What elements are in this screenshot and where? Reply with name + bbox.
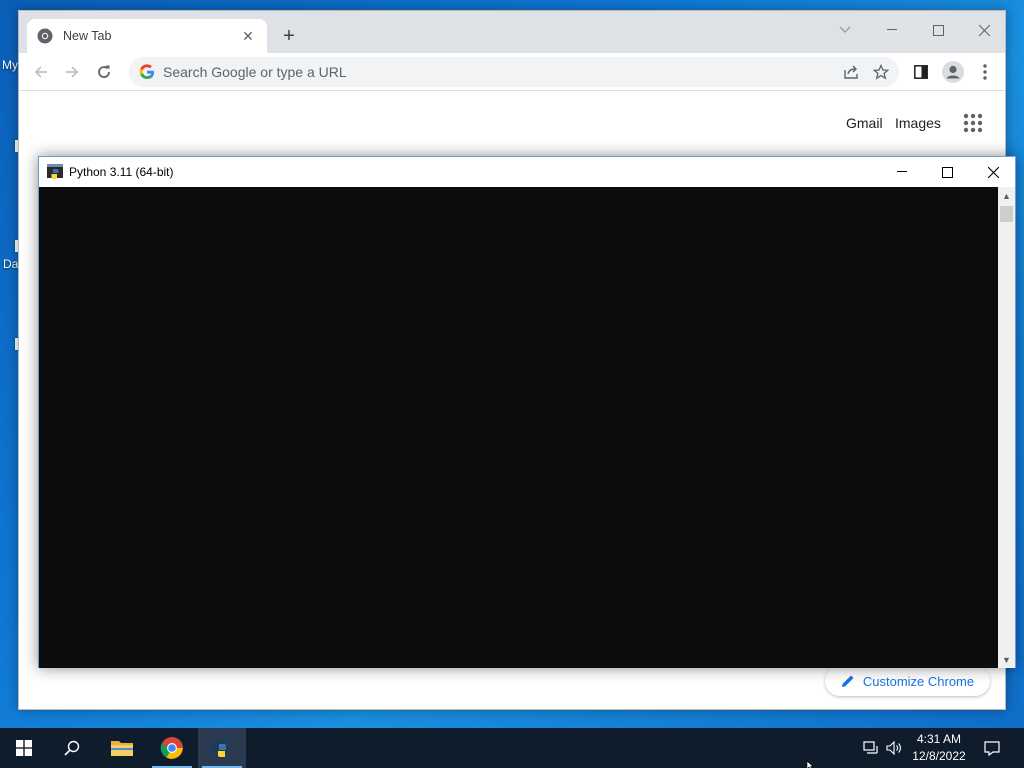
python-window-title: Python 3.11 (64-bit) <box>69 165 174 179</box>
new-tab-button[interactable]: + <box>277 25 301 49</box>
scrollbar-thumb[interactable] <box>1000 206 1013 222</box>
taskbar-chrome[interactable] <box>148 728 196 768</box>
network-icon[interactable] <box>860 728 884 768</box>
python-console-window: Python 3.11 (64-bit) ▲ ▼ <box>38 156 1016 668</box>
kebab-menu-icon[interactable] <box>971 58 999 86</box>
windows-start-icon <box>16 740 32 756</box>
tab-new-tab[interactable]: New Tab ✕ <box>27 19 267 53</box>
taskbar-file-explorer[interactable] <box>98 728 146 768</box>
images-link[interactable]: Images <box>895 115 941 131</box>
system-clock[interactable]: 4:31 AM 12/8/2022 <box>908 731 970 765</box>
mouse-cursor-icon <box>806 760 814 768</box>
profile-avatar-icon[interactable] <box>939 58 967 86</box>
customize-chrome-button[interactable]: Customize Chrome <box>825 666 990 696</box>
scroll-up-arrow-icon[interactable]: ▲ <box>998 187 1015 204</box>
maximize-button[interactable] <box>915 15 961 45</box>
search-icon <box>64 740 80 756</box>
tab-title: New Tab <box>63 29 112 43</box>
gmail-link[interactable]: Gmail <box>846 115 883 131</box>
console-output-area[interactable] <box>39 187 999 668</box>
taskbar-python[interactable] <box>198 728 246 768</box>
taskbar-search-button[interactable] <box>48 728 96 768</box>
desktop-icon-label-my[interactable]: My <box>2 58 18 72</box>
forward-arrow-icon[interactable] <box>58 58 86 86</box>
toolbar <box>19 53 1005 91</box>
share-icon[interactable] <box>837 58 865 86</box>
scroll-down-arrow-icon[interactable]: ▼ <box>998 651 1015 668</box>
search-input[interactable] <box>163 64 803 80</box>
python-console-icon <box>47 164 63 179</box>
python-close-button[interactable] <box>970 157 1016 187</box>
tab-strip: New Tab ✕ + <box>19 11 1005 53</box>
python-icon <box>212 740 228 757</box>
desktop-icon-label-da[interactable]: Da <box>3 257 18 271</box>
python-maximize-button[interactable] <box>924 157 970 187</box>
taskbar: 4:31 AM 12/8/2022 <box>0 728 1024 768</box>
volume-icon[interactable] <box>882 728 906 768</box>
clock-time: 4:31 AM <box>916 732 962 746</box>
minimize-button[interactable] <box>869 15 915 45</box>
file-explorer-icon <box>111 741 133 756</box>
console-scrollbar[interactable]: ▲ ▼ <box>998 187 1015 668</box>
back-arrow-icon[interactable] <box>27 58 55 86</box>
notification-icon[interactable] <box>980 728 1004 768</box>
python-title-bar[interactable]: Python 3.11 (64-bit) <box>39 157 1015 187</box>
close-window-button[interactable] <box>961 15 1007 45</box>
chrome-icon <box>160 737 183 759</box>
windows-start-button[interactable] <box>0 728 48 768</box>
python-minimize-button[interactable] <box>879 157 925 187</box>
bookmark-star-icon[interactable] <box>867 58 895 86</box>
clock-date: 12/8/2022 <box>912 749 966 763</box>
reload-icon[interactable] <box>90 58 118 86</box>
customize-chrome-label: Customize Chrome <box>862 673 975 689</box>
chrome-icon <box>37 28 53 44</box>
omnibox[interactable] <box>129 57 899 87</box>
pencil-icon <box>841 675 854 687</box>
close-tab-icon[interactable]: ✕ <box>239 27 257 45</box>
google-apps-grid-icon[interactable] <box>961 111 985 135</box>
tab-search-chevron-icon[interactable] <box>822 15 868 45</box>
side-panel-icon[interactable] <box>907 58 935 86</box>
google-g-icon <box>139 64 154 79</box>
